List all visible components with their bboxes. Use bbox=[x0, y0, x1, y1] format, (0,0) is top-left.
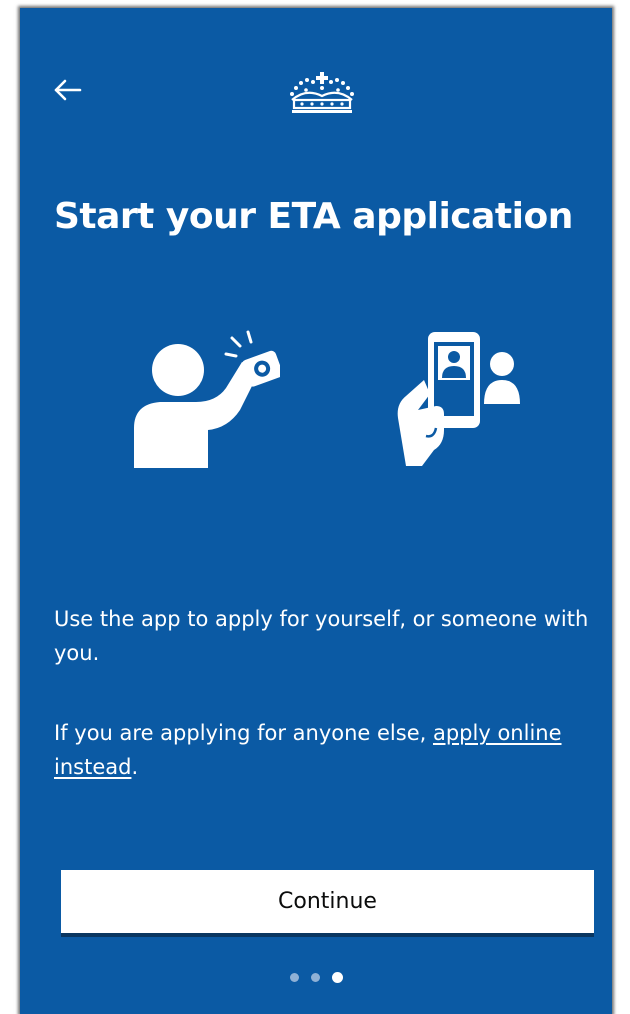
onboarding-screen: Start your ETA application Use the app t… bbox=[20, 8, 612, 1014]
page-dot-1 bbox=[289, 973, 299, 982]
page-indicator bbox=[20, 972, 612, 983]
continue-button[interactable]: Continue bbox=[61, 870, 594, 937]
royal-crown-icon bbox=[290, 72, 354, 113]
page-dot-2 bbox=[310, 973, 320, 982]
page-dot-3 bbox=[331, 972, 343, 983]
intro-paragraph: Use the app to apply for yourself, or so… bbox=[54, 607, 589, 665]
app-frame: Start your ETA application Use the app t… bbox=[0, 0, 630, 1014]
other-applicant-text: If you are applying for anyone else, bbox=[54, 721, 433, 745]
back-button[interactable] bbox=[48, 72, 88, 108]
other-applicant-paragraph: If you are applying for anyone else, app… bbox=[54, 716, 594, 784]
paragraph-end: . bbox=[131, 755, 139, 779]
phone-photo-person-icon bbox=[397, 332, 520, 466]
selfie-camera-icon bbox=[134, 330, 280, 468]
page-title: Start your ETA application bbox=[54, 196, 573, 237]
arrow-left-icon bbox=[54, 79, 82, 101]
